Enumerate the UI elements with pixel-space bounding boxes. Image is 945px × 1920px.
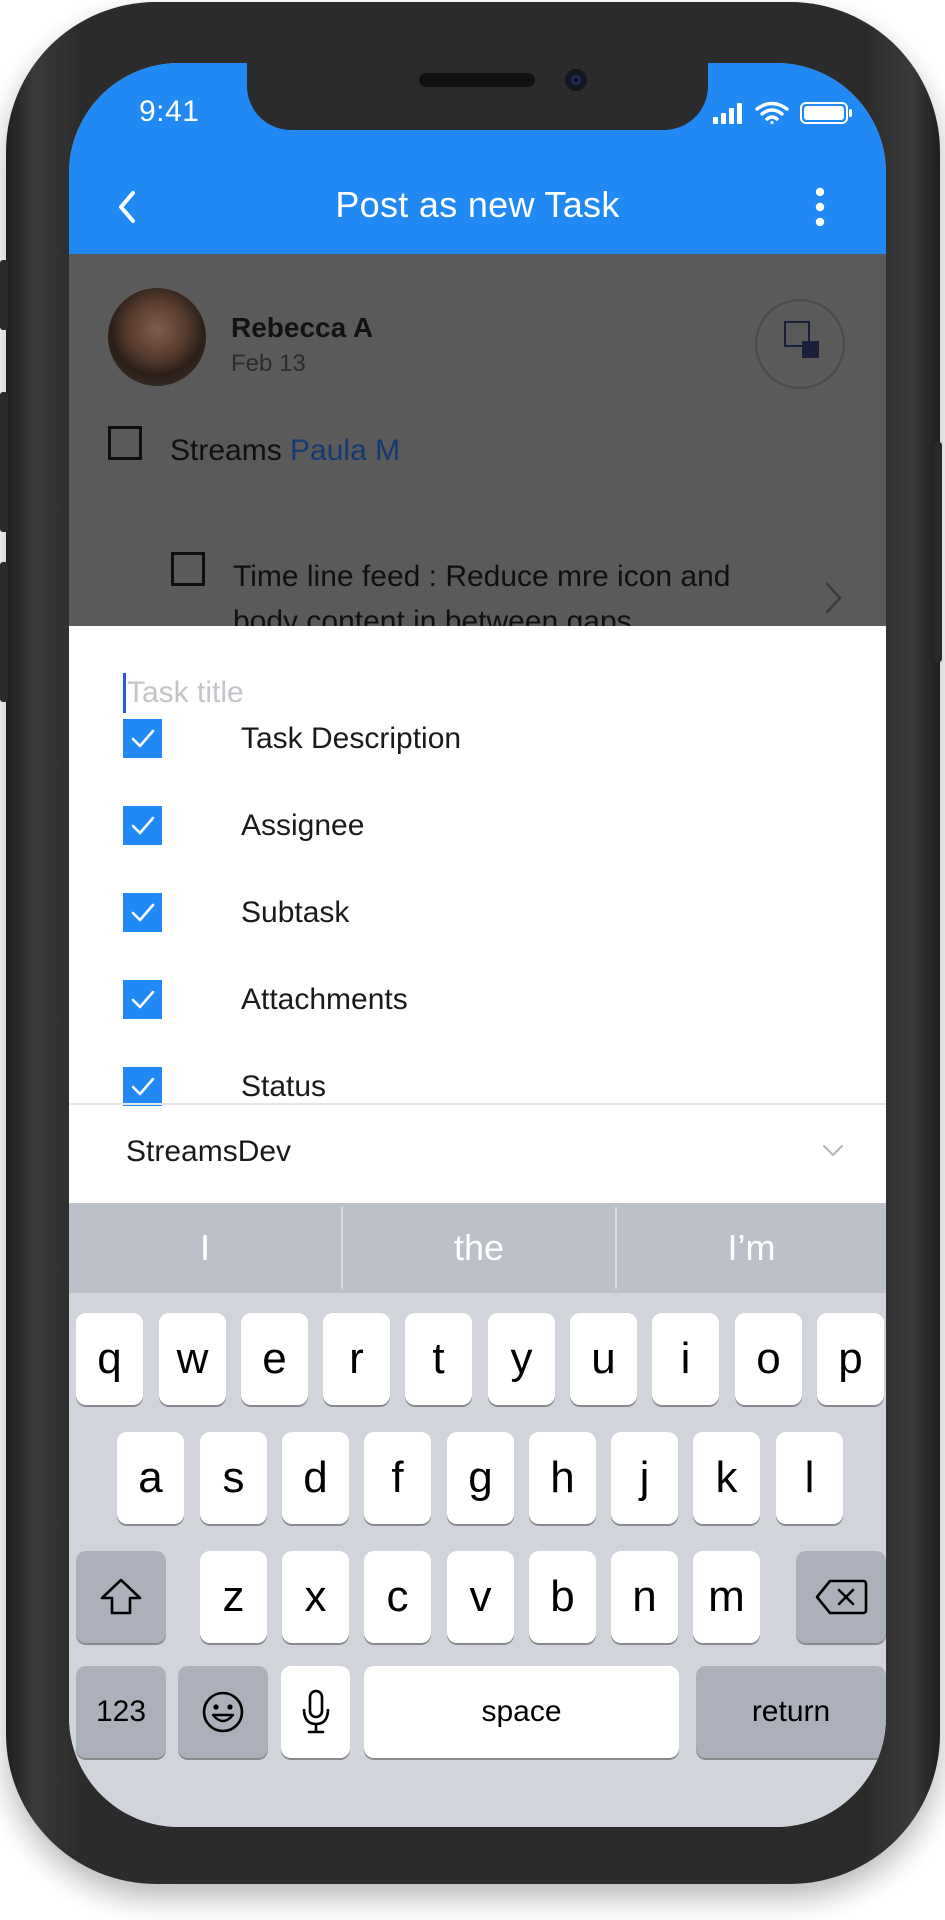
key-z[interactable]: z [200,1551,267,1643]
screen: 9:41 Post as new Task Rebecca A Feb 13 S… [69,63,886,1827]
stream-value: StreamsDev [126,1135,292,1168]
mention-link[interactable]: Paula M [290,434,400,467]
notch [247,63,708,130]
chevron-right-icon[interactable] [823,580,845,616]
shift-key[interactable] [76,1551,166,1643]
key-s[interactable]: s [200,1432,267,1524]
key-i[interactable]: i [652,1313,719,1405]
key-a[interactable]: a [117,1432,184,1524]
more-vertical-icon [815,187,825,227]
key-n[interactable]: n [611,1551,678,1643]
option-label: Task Description [241,722,462,755]
subtask-text: Time line feed : Reduce mre icon and bod… [233,560,731,626]
suggestion-item[interactable]: I [69,1203,341,1293]
key-y[interactable]: y [488,1313,555,1405]
key-d[interactable]: d [282,1432,349,1524]
text-caret [123,673,126,713]
dictation-key[interactable] [281,1666,350,1758]
shift-icon [100,1578,142,1615]
suggestion-bar: I the I’m [69,1203,886,1293]
option-label: Status [241,1070,327,1103]
battery-icon [800,102,852,124]
checkbox-checked[interactable] [123,1067,162,1106]
convert-task-icon-fill [802,341,819,358]
phone-frame: 9:41 Post as new Task Rebecca A Feb 13 S… [0,2,942,1884]
numbers-key[interactable]: 123 [76,1666,166,1758]
front-camera [565,69,587,91]
emoji-icon [202,1691,244,1733]
check-icon [131,990,155,1009]
more-options-button[interactable] [805,185,835,231]
task-sheet: Task Description Assignee Subtask [69,626,886,1203]
key-k[interactable]: k [693,1432,760,1524]
chevron-down-icon [822,1144,844,1157]
stream-select[interactable]: StreamsDev [69,1105,886,1203]
page-title: Post as new Task [335,184,620,225]
delete-key[interactable] [796,1551,886,1643]
suggestion-item[interactable]: I’m [617,1203,886,1293]
subtask-checkbox[interactable] [171,552,205,586]
emoji-key[interactable] [178,1666,268,1758]
option-label: Subtask [241,896,350,929]
mute-switch [0,260,8,330]
post-author: Rebecca A [231,312,374,343]
status-time: 9:41 [139,95,200,128]
key-b[interactable]: b [529,1551,596,1643]
cellular-signal-icon [713,103,742,124]
option-subtask[interactable]: Subtask [123,882,743,942]
option-assignee[interactable]: Assignee [123,795,743,855]
checkbox-checked[interactable] [123,806,162,845]
backspace-icon [815,1579,868,1615]
key-j[interactable]: j [611,1432,678,1524]
keyboard: I the I’m q w e r t y u i o p a s d f g … [69,1203,886,1827]
post-checkbox[interactable] [108,426,142,460]
key-h[interactable]: h [529,1432,596,1524]
post-date: Feb 13 [231,350,306,377]
option-task-description[interactable]: Task Description [123,708,743,768]
check-icon [131,903,155,922]
key-e[interactable]: e [241,1313,308,1405]
checkbox-checked[interactable] [123,980,162,1019]
key-g[interactable]: g [447,1432,514,1524]
speaker-grille [419,73,535,87]
post-line-text: Streams [170,434,282,467]
checkbox-checked[interactable] [123,893,162,932]
post-action-button[interactable] [755,299,845,389]
status-icons [713,101,852,125]
key-c[interactable]: c [364,1551,431,1643]
key-x[interactable]: x [282,1551,349,1643]
key-f[interactable]: f [364,1432,431,1524]
option-label: Assignee [241,809,365,842]
key-v[interactable]: v [447,1551,514,1643]
post-card: Rebecca A Feb 13 Streams Paula M Time li… [69,254,886,626]
key-p[interactable]: p [817,1313,884,1405]
wifi-icon [755,101,789,125]
key-u[interactable]: u [570,1313,637,1405]
key-o[interactable]: o [735,1313,802,1405]
key-q[interactable]: q [76,1313,143,1405]
space-key[interactable]: space [364,1666,679,1758]
option-attachments[interactable]: Attachments [123,969,743,1029]
check-icon [131,816,155,835]
option-label: Attachments [241,983,408,1016]
key-l[interactable]: l [776,1432,843,1524]
key-r[interactable]: r [323,1313,390,1405]
checkbox-checked[interactable] [123,719,162,758]
microphone-icon [302,1689,329,1734]
check-icon [131,1077,155,1096]
avatar [108,288,206,386]
post-text-line: Streams Paula M [170,434,400,468]
power-button [934,442,942,662]
volume-up-button [0,392,8,532]
key-w[interactable]: w [159,1313,226,1405]
return-key[interactable]: return [696,1666,886,1758]
key-t[interactable]: t [405,1313,472,1405]
volume-down-button [0,562,8,702]
check-icon [131,729,155,748]
key-m[interactable]: m [693,1551,760,1643]
suggestion-item[interactable]: the [343,1203,615,1293]
